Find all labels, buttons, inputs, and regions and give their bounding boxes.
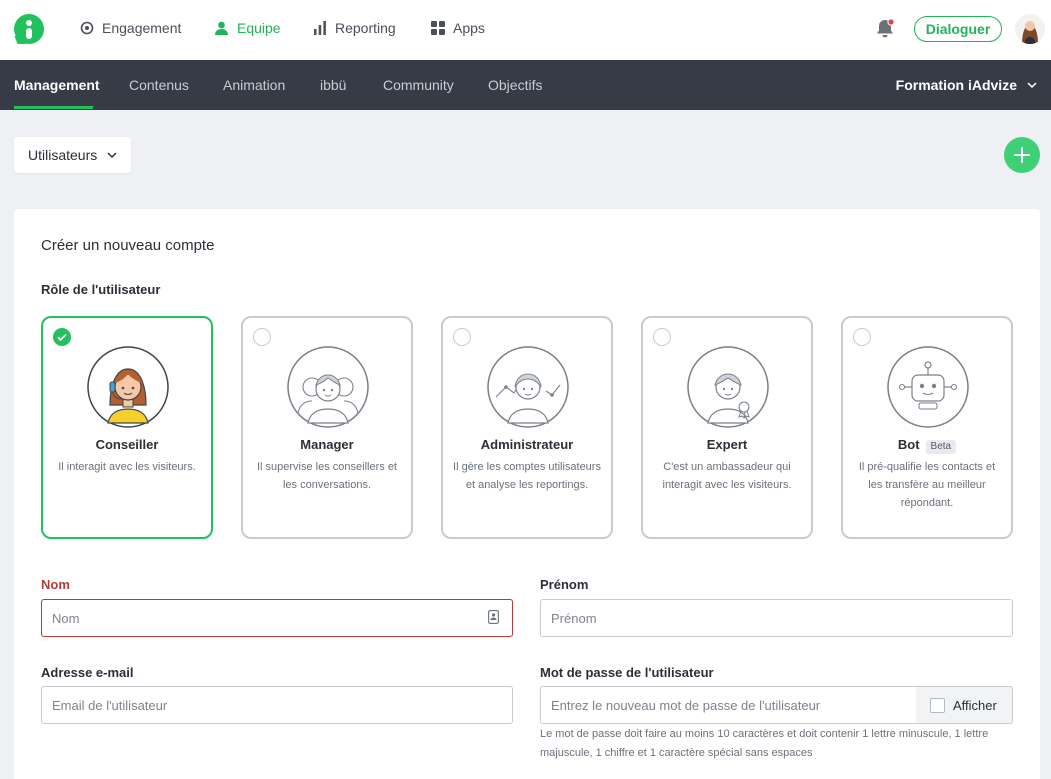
role-card-bot[interactable]: Bot Beta Il pré-qualifie les contacts et …: [841, 316, 1013, 539]
role-description: Il supervise les conseillers et les conv…: [256, 461, 397, 491]
nav-apps-label: Apps: [453, 20, 485, 36]
target-icon: [80, 21, 94, 35]
role-card-conseiller[interactable]: Conseiller Il interagit avec les visiteu…: [41, 316, 213, 539]
view-selector-label: Utilisateurs: [28, 147, 98, 163]
nav-engagement-label: Engagement: [102, 20, 182, 36]
nom-label: Nom: [41, 577, 70, 592]
manager-illustration-icon: [287, 346, 369, 428]
expert-illustration-icon: [687, 346, 769, 428]
notification-bell-icon[interactable]: [873, 17, 897, 41]
role-radio[interactable]: [453, 328, 471, 346]
organisation-switcher[interactable]: Formation iAdvize: [896, 77, 1037, 93]
add-button[interactable]: [1004, 137, 1040, 173]
prenom-label: Prénom: [540, 577, 589, 592]
nav-reporting-label: Reporting: [335, 20, 396, 36]
tab-community[interactable]: Community: [383, 77, 454, 93]
role-radio[interactable]: [253, 328, 271, 346]
role-card-expert[interactable]: Expert C'est un ambassadeur qui interagi…: [641, 316, 813, 539]
password-input[interactable]: [540, 686, 917, 724]
email-label: Adresse e-mail: [41, 665, 134, 680]
role-radio[interactable]: [653, 328, 671, 346]
tab-ibbu[interactable]: ibbü: [320, 77, 346, 93]
view-selector-dropdown[interactable]: Utilisateurs: [14, 137, 131, 173]
role-description: C'est un ambassadeur qui interagit avec …: [662, 461, 792, 491]
user-avatar[interactable]: [1015, 14, 1045, 44]
contact-card-icon: [488, 610, 499, 624]
password-help-text: Le mot de passe doit faire au moins 10 c…: [540, 728, 989, 759]
show-password-label: Afficher: [953, 697, 997, 713]
role-description: Il pré-qualifie les contacts et les tran…: [858, 461, 996, 509]
chevron-down-icon: [1027, 82, 1037, 88]
create-account-card: Créer un nouveau compte Rôle de l'utilis…: [14, 209, 1040, 779]
role-card-manager[interactable]: Manager Il supervise les conseillers et …: [241, 316, 413, 539]
beta-badge: Beta: [925, 440, 957, 454]
role-name: Conseiller: [95, 437, 159, 452]
bar-chart-icon: [314, 21, 326, 35]
user-icon: [215, 21, 228, 35]
role-label: Rôle de l'utilisateur: [41, 282, 161, 297]
grid-icon: [431, 21, 445, 35]
conseiller-illustration-icon: [87, 346, 169, 428]
role-radio[interactable]: [853, 328, 871, 346]
nav-equipe[interactable]: Equipe: [214, 20, 281, 36]
dialoguer-button[interactable]: Dialoguer: [914, 16, 1002, 42]
tab-contenus[interactable]: Contenus: [129, 77, 189, 93]
top-navigation: Engagement Equipe Reporting Apps Dialogu…: [0, 0, 1051, 60]
email-input[interactable]: [41, 686, 513, 724]
bot-illustration-icon: [887, 346, 969, 428]
tab-management[interactable]: Management: [14, 77, 100, 93]
role-card-administrateur[interactable]: Administrateur Il gère les comptes utili…: [441, 316, 613, 539]
role-name: Bot: [897, 437, 920, 452]
role-name-with-badge: Bot Beta: [843, 437, 1011, 454]
tab-objectifs[interactable]: Objectifs: [488, 77, 542, 93]
sub-navigation: Management Contenus Animation ibbü Commu…: [0, 60, 1051, 110]
nav-apps[interactable]: Apps: [431, 20, 485, 36]
nom-input[interactable]: [41, 599, 513, 637]
tab-animation[interactable]: Animation: [223, 77, 285, 93]
nav-reporting[interactable]: Reporting: [313, 20, 396, 36]
role-name: Expert: [706, 437, 748, 452]
form-title: Créer un nouveau compte: [41, 237, 215, 254]
plus-icon: [1014, 147, 1030, 163]
role-radio-checked[interactable]: [53, 328, 71, 346]
nav-engagement[interactable]: Engagement: [80, 20, 181, 36]
active-tab-indicator: [14, 106, 93, 109]
password-label: Mot de passe de l'utilisateur: [540, 665, 714, 680]
prenom-input[interactable]: [540, 599, 1013, 637]
iadvize-logo[interactable]: [14, 14, 44, 44]
role-description: Il interagit avec les visiteurs.: [58, 461, 196, 473]
show-password-checkbox[interactable]: [930, 697, 945, 713]
nav-equipe-label: Equipe: [237, 20, 281, 36]
administrateur-illustration-icon: [487, 346, 569, 428]
role-name: Administrateur: [480, 437, 574, 452]
organisation-label: Formation iAdvize: [895, 77, 1017, 93]
show-password-toggle[interactable]: Afficher: [916, 686, 1013, 724]
role-description: Il gère les comptes utilisateurs et anal…: [453, 461, 601, 491]
chevron-down-icon: [107, 152, 117, 158]
role-name: Manager: [300, 437, 354, 452]
